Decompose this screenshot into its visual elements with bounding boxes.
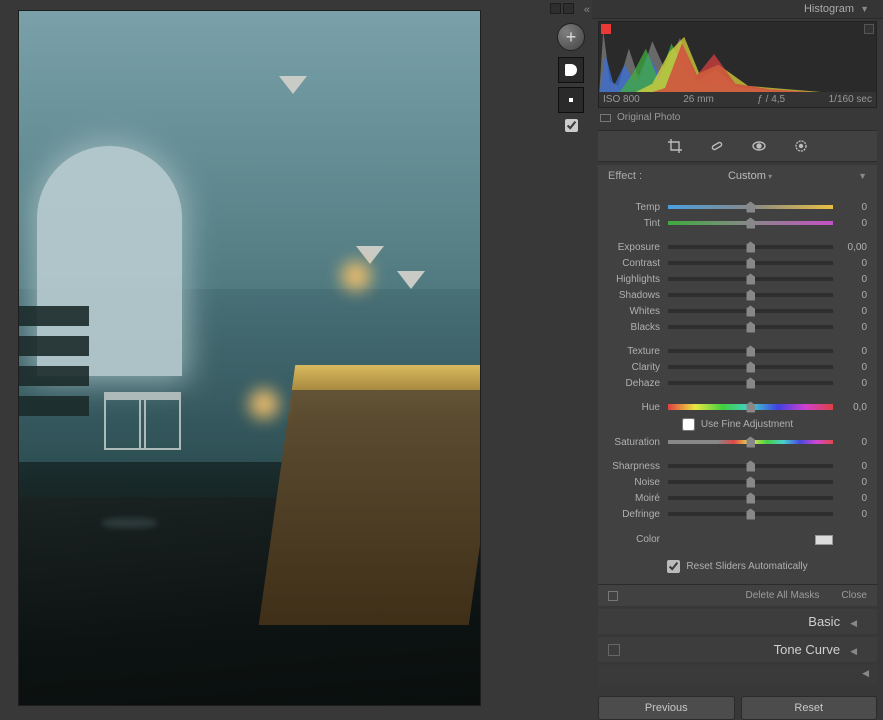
contrast-slider[interactable] bbox=[668, 261, 833, 265]
previous-button[interactable]: Previous bbox=[598, 696, 735, 720]
whites-slider[interactable] bbox=[668, 309, 833, 313]
saturation-slider[interactable] bbox=[668, 440, 833, 444]
color-swatch[interactable] bbox=[815, 535, 833, 545]
histogram-aperture: ƒ / 4,5 bbox=[757, 94, 785, 105]
chevron-left-icon bbox=[850, 642, 857, 657]
dehaze-value[interactable]: 0 bbox=[833, 378, 867, 389]
highlights-slider[interactable] bbox=[668, 277, 833, 281]
dehaze-slider[interactable] bbox=[668, 381, 833, 385]
right-panel: Histogram ISO 800 26 mm ƒ / 4,5 1/160 se… bbox=[592, 0, 883, 720]
fine-adjust-checkbox[interactable] bbox=[682, 418, 695, 431]
mask-footer-icon[interactable] bbox=[608, 591, 618, 601]
texture-value[interactable]: 0 bbox=[833, 346, 867, 357]
histogram-panel-header[interactable]: Histogram bbox=[592, 0, 883, 19]
collapsed-section[interactable] bbox=[598, 665, 877, 685]
effect-panel-toggle[interactable] bbox=[858, 170, 867, 182]
noise-slider[interactable] bbox=[668, 480, 833, 484]
moire-value[interactable]: 0 bbox=[833, 493, 867, 504]
redeye-tool-icon[interactable] bbox=[751, 138, 767, 154]
radial-tool-icon[interactable] bbox=[793, 138, 809, 154]
sharpness-slider[interactable] bbox=[668, 464, 833, 468]
tint-slider[interactable] bbox=[668, 221, 833, 225]
collapse-toolstrip-button[interactable]: « bbox=[584, 4, 588, 16]
exposure-value[interactable]: 0,00 bbox=[833, 242, 867, 253]
hue-slider[interactable] bbox=[668, 404, 833, 410]
clarity-value[interactable]: 0 bbox=[833, 362, 867, 373]
effect-label: Effect : bbox=[608, 170, 642, 182]
histogram-title: Histogram bbox=[804, 3, 854, 15]
toolstrip: « + bbox=[550, 0, 592, 720]
mask-tool-tabs bbox=[598, 130, 877, 162]
defringe-value[interactable]: 0 bbox=[833, 509, 867, 520]
tint-value[interactable]: 0 bbox=[833, 218, 867, 229]
histogram-box: ISO 800 26 mm ƒ / 4,5 1/160 sec bbox=[598, 21, 877, 108]
histogram-focal: 26 mm bbox=[683, 94, 714, 105]
defringe-slider[interactable] bbox=[668, 512, 833, 516]
mask-footer: Delete All Masks Close bbox=[598, 584, 877, 606]
whites-value[interactable]: 0 bbox=[833, 306, 867, 317]
tint-slider-row: Tint0 bbox=[608, 215, 867, 231]
reset-button[interactable]: Reset bbox=[741, 696, 878, 720]
chevron-left-icon bbox=[850, 614, 857, 629]
texture-slider[interactable] bbox=[668, 349, 833, 353]
delete-all-masks-button[interactable]: Delete All Masks bbox=[746, 590, 820, 601]
exposure-slider[interactable] bbox=[668, 245, 833, 249]
effect-row: Effect : Custom bbox=[598, 165, 877, 187]
fine-adjust-label: Use Fine Adjustment bbox=[701, 419, 793, 430]
photo-preview[interactable] bbox=[18, 10, 481, 706]
histogram-iso: ISO 800 bbox=[603, 94, 640, 105]
original-photo-icon bbox=[600, 114, 611, 122]
add-mask-button[interactable]: + bbox=[557, 23, 585, 51]
canvas-area bbox=[0, 0, 550, 720]
heal-tool-icon[interactable] bbox=[709, 138, 725, 154]
mask-thumb-2[interactable] bbox=[558, 87, 584, 113]
clarity-slider[interactable] bbox=[668, 365, 833, 369]
saturation-value[interactable]: 0 bbox=[833, 437, 867, 448]
temp-value[interactable]: 0 bbox=[833, 202, 867, 213]
crop-tool-icon[interactable] bbox=[667, 138, 683, 154]
contrast-value[interactable]: 0 bbox=[833, 258, 867, 269]
temp-slider-row: Temp0 bbox=[608, 199, 867, 215]
shadows-value[interactable]: 0 bbox=[833, 290, 867, 301]
histogram-shutter: 1/160 sec bbox=[829, 94, 872, 105]
sharpness-value[interactable]: 0 bbox=[833, 461, 867, 472]
temp-slider[interactable] bbox=[668, 205, 833, 209]
basic-section-header[interactable]: Basic bbox=[598, 609, 877, 634]
toolstrip-mini-button-1[interactable] bbox=[550, 3, 561, 14]
moire-slider[interactable] bbox=[668, 496, 833, 500]
original-photo-row[interactable]: Original Photo bbox=[592, 108, 883, 127]
mask-visibility-checkbox[interactable] bbox=[565, 119, 578, 132]
shadows-slider[interactable] bbox=[668, 293, 833, 297]
reset-auto-checkbox[interactable] bbox=[667, 560, 680, 573]
hue-value[interactable]: 0,0 bbox=[833, 402, 867, 413]
effect-select[interactable]: Custom bbox=[728, 170, 772, 182]
histogram-chart[interactable] bbox=[599, 22, 876, 92]
highlights-value[interactable]: 0 bbox=[833, 274, 867, 285]
chevron-down-icon bbox=[860, 3, 869, 15]
original-photo-label: Original Photo bbox=[617, 112, 680, 123]
toolstrip-mini-button-2[interactable] bbox=[563, 3, 574, 14]
blacks-slider[interactable] bbox=[668, 325, 833, 329]
close-masks-button[interactable]: Close bbox=[841, 590, 867, 601]
sliders-panel: Temp0 Tint0 Exposure0,00 Contrast0 Highl… bbox=[598, 187, 877, 584]
mask-thumb-1[interactable] bbox=[558, 57, 584, 83]
noise-value[interactable]: 0 bbox=[833, 477, 867, 488]
tone-curve-section-header[interactable]: Tone Curve bbox=[598, 637, 877, 662]
reset-auto-label: Reset Sliders Automatically bbox=[686, 561, 807, 572]
blacks-value[interactable]: 0 bbox=[833, 322, 867, 333]
